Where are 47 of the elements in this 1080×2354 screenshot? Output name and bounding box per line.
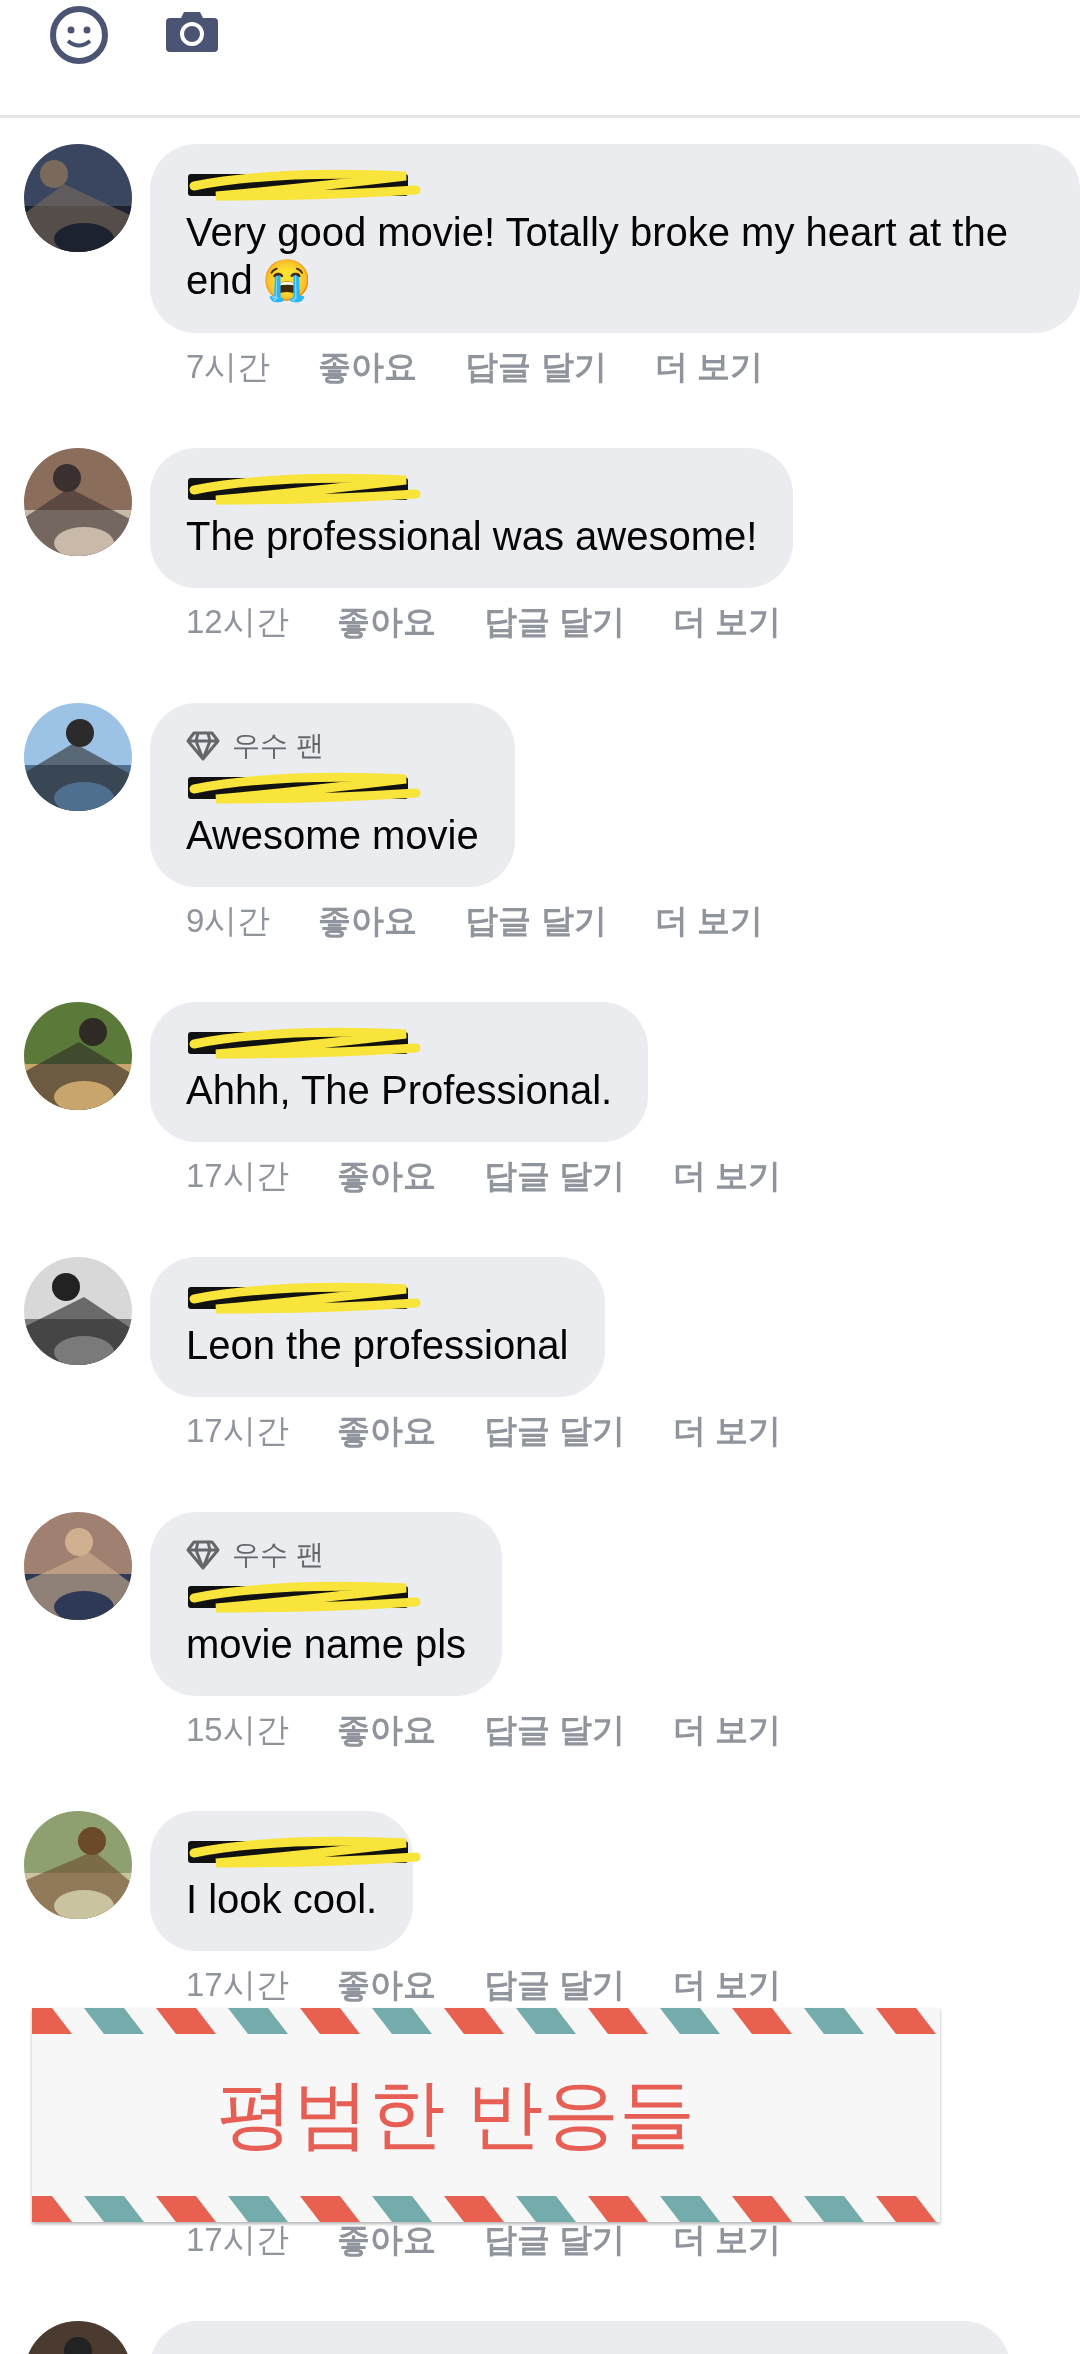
diamond-icon bbox=[186, 731, 220, 761]
timestamp: 17시간 bbox=[186, 1156, 289, 1196]
like-button[interactable]: 좋아요 bbox=[336, 1963, 436, 2008]
comment-text: Leon the professional bbox=[186, 1322, 569, 1369]
timestamp: 17시간 bbox=[186, 1965, 289, 2005]
comment-text: The professional was awesome! bbox=[186, 513, 758, 560]
like-button[interactable]: 좋아요 bbox=[318, 345, 418, 390]
more-button[interactable]: 더 보기 bbox=[672, 2218, 782, 2263]
more-button[interactable]: 더 보기 bbox=[654, 899, 763, 944]
comment-text: Ahhh, The Professional. bbox=[186, 1067, 613, 1114]
like-button[interactable]: 좋아요 bbox=[336, 1409, 436, 1454]
more-button[interactable]: 더 보기 bbox=[672, 1708, 782, 1753]
timestamp: 17시간 bbox=[186, 2220, 289, 2260]
reply-button[interactable]: 답글 달기 bbox=[465, 345, 607, 390]
emoji-icon[interactable] bbox=[50, 6, 108, 64]
timestamp: 17시간 bbox=[186, 1411, 289, 1451]
badge-label: 우수 팬 bbox=[232, 1538, 324, 1572]
badge-label: 우수 팬 bbox=[232, 729, 324, 763]
comment-text: Awesome movie bbox=[186, 812, 479, 859]
diamond-icon bbox=[186, 1540, 220, 1570]
more-button[interactable]: 더 보기 bbox=[654, 345, 763, 390]
more-button[interactable]: 더 보기 bbox=[672, 1154, 782, 1199]
timestamp: 7시간 bbox=[186, 347, 271, 387]
reply-button[interactable]: 답글 달기 bbox=[483, 1963, 625, 2008]
reply-button[interactable]: 답글 달기 bbox=[483, 600, 625, 645]
timestamp: 15시간 bbox=[186, 1710, 289, 1750]
timestamp: 12시간 bbox=[186, 602, 289, 642]
more-button[interactable]: 더 보기 bbox=[672, 1409, 782, 1454]
like-button[interactable]: 좋아요 bbox=[336, 2218, 436, 2263]
more-button[interactable]: 더 보기 bbox=[672, 1963, 782, 2008]
reply-button[interactable]: 답글 달기 bbox=[483, 1154, 625, 1199]
comment-text: Very good movie! Totally broke my heart at the end 😭 bbox=[186, 209, 1009, 305]
crying-emoji: 😭 bbox=[262, 257, 313, 304]
like-button[interactable]: 좋아요 bbox=[336, 1708, 436, 1753]
like-button[interactable]: 좋아요 bbox=[318, 899, 418, 944]
reply-button[interactable]: 답글 달기 bbox=[483, 2218, 625, 2263]
comment-text: I look cool. bbox=[186, 1876, 378, 1923]
like-button[interactable]: 좋아요 bbox=[336, 600, 436, 645]
timestamp: 9시간 bbox=[186, 901, 271, 941]
like-button[interactable]: 좋아요 bbox=[336, 1154, 436, 1199]
more-button[interactable]: 더 보기 bbox=[672, 600, 782, 645]
camera-icon[interactable] bbox=[166, 12, 218, 52]
reply-button[interactable]: 답글 달기 bbox=[483, 1708, 625, 1753]
banner-title: 평범한 반응들 bbox=[217, 2069, 696, 2158]
reply-button[interactable]: 답글 달기 bbox=[465, 899, 607, 944]
reply-button[interactable]: 답글 달기 bbox=[483, 1409, 625, 1454]
comment-text: movie name pls bbox=[186, 1621, 467, 1668]
